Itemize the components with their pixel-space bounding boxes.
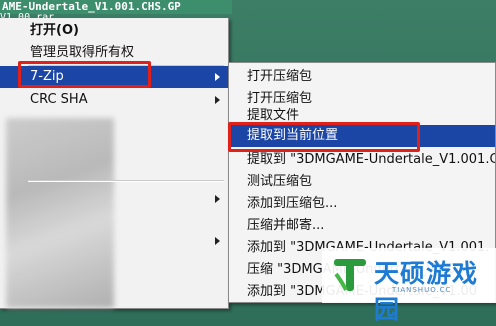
blurred-menu-items [6, 118, 114, 308]
chevron-right-icon[interactable] [215, 195, 220, 203]
submenu-item-label: 打开压缩包 [247, 69, 313, 84]
submenu-item-label: 提取文件 [247, 108, 300, 123]
chevron-right-icon [215, 73, 220, 81]
brand-logo-icon [334, 259, 366, 291]
submenu-item-extract-to-folder[interactable]: 提取到 "3DMGAME-Undertale_V1.001.C [229, 149, 495, 171]
submenu-item-label: 添加到压缩包... [247, 196, 338, 211]
watermark-domain: TIANSHUO.CC [392, 286, 452, 294]
annotation-box-extract-here [228, 122, 420, 152]
submenu-item-add-to-archive[interactable]: 添加到压缩包... [229, 193, 495, 215]
menu-item-open[interactable]: 打开(O) [0, 20, 228, 42]
submenu-item-label: 压缩并邮寄... [247, 218, 325, 233]
submenu-item-label: 提取到 "3DMGAME-Undertale_V1.001.C [247, 152, 495, 167]
submenu-item-label: 打开压缩包 [247, 91, 313, 106]
menu-separator [28, 180, 224, 182]
submenu-item-open-archive[interactable]: 打开压缩包 [229, 66, 495, 88]
submenu-item-compress-and-email[interactable]: 压缩并邮寄... [229, 215, 495, 237]
menu-item-label: 管理员取得所有权 [30, 45, 135, 60]
annotation-box-7zip [18, 61, 151, 88]
watermark: 天硕游戏园 TIANSHUO.CC [322, 248, 496, 324]
chevron-right-icon[interactable] [215, 237, 220, 245]
chevron-right-icon [215, 96, 220, 104]
submenu-item-label: 测试压缩包 [247, 174, 313, 189]
submenu-item-test-archive[interactable]: 测试压缩包 [229, 171, 495, 193]
menu-item-label: CRC SHA [30, 92, 88, 107]
menu-item-crc-sha[interactable]: CRC SHA [0, 89, 228, 111]
menu-item-label: 打开(O) [30, 23, 79, 38]
